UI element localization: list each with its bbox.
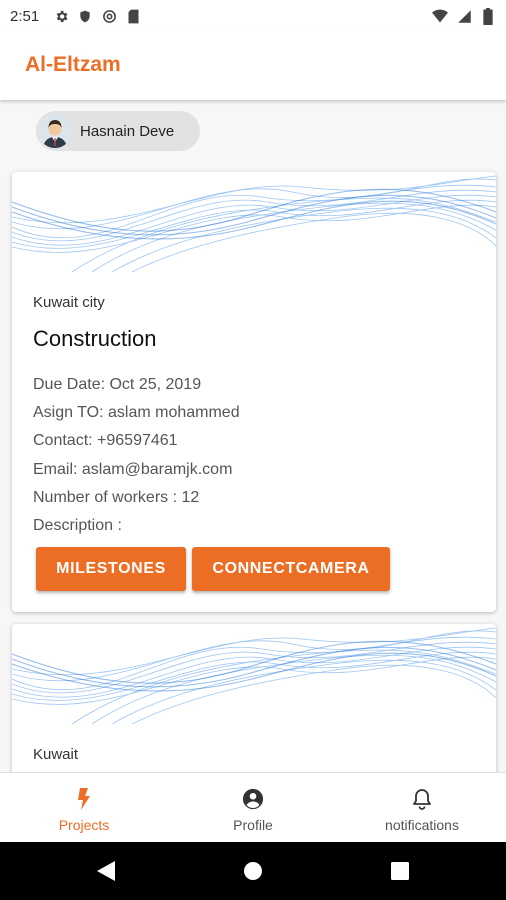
project-card: Kuwait city Construction Due Date: Oct 2… [12, 172, 496, 612]
project-location: Kuwait city [33, 294, 105, 311]
system-navigation-bar [0, 842, 506, 900]
contact: Contact: +96597461 [33, 432, 178, 449]
recents-icon[interactable] [389, 860, 411, 882]
user-chip[interactable]: Hasnain Deve [36, 111, 200, 151]
app-bar: Al-Eltzam [0, 32, 506, 100]
status-time: 2:51 [10, 7, 40, 25]
wifi-icon [432, 8, 448, 24]
project-location: Kuwait [33, 746, 79, 763]
nav-projects-label: Projects [58, 817, 110, 833]
email: Email: aslam@baramjk.com [33, 461, 233, 478]
bottom-navigation: Projects Profile notifications [0, 772, 506, 842]
bolt-icon [72, 787, 96, 811]
project-title: Construction [33, 326, 157, 351]
home-icon[interactable] [242, 860, 264, 882]
workers-count: Number of workers : 12 [33, 489, 200, 506]
bell-icon [410, 787, 434, 811]
nav-profile-label: Profile [233, 817, 273, 833]
wave-banner-image [12, 627, 496, 724]
nav-notifications-label: notifications [385, 817, 459, 833]
battery-icon [480, 7, 496, 25]
due-date: Due Date: Oct 25, 2019 [33, 376, 202, 393]
nav-projects[interactable]: Projects [0, 773, 168, 843]
at-sign-icon [101, 8, 117, 24]
project-list[interactable]: Hasnain Deve Kuwait city Construction Du… [0, 100, 506, 772]
connect-camera-button[interactable]: CONNECTCAMERA [192, 547, 390, 591]
back-icon[interactable] [95, 860, 117, 882]
signal-icon [456, 8, 472, 24]
avatar [38, 114, 72, 148]
assigned-to: Asign TO: aslam mohammed [33, 404, 240, 421]
wave-banner-image [12, 175, 496, 272]
project-card: Kuwait [12, 624, 496, 772]
nav-profile[interactable]: Profile [169, 773, 337, 843]
sd-card-icon [125, 8, 141, 24]
account-circle-icon [241, 787, 265, 811]
nav-notifications[interactable]: notifications [338, 773, 506, 843]
status-bar: 2:51 [0, 0, 506, 32]
user-name: Hasnain Deve [80, 122, 175, 140]
description: Description : [33, 517, 122, 534]
app-title: Al-Eltzam [25, 53, 121, 76]
milestones-button[interactable]: MILESTONES [36, 547, 186, 591]
gear-icon [53, 8, 69, 24]
shield-icon [77, 8, 93, 24]
